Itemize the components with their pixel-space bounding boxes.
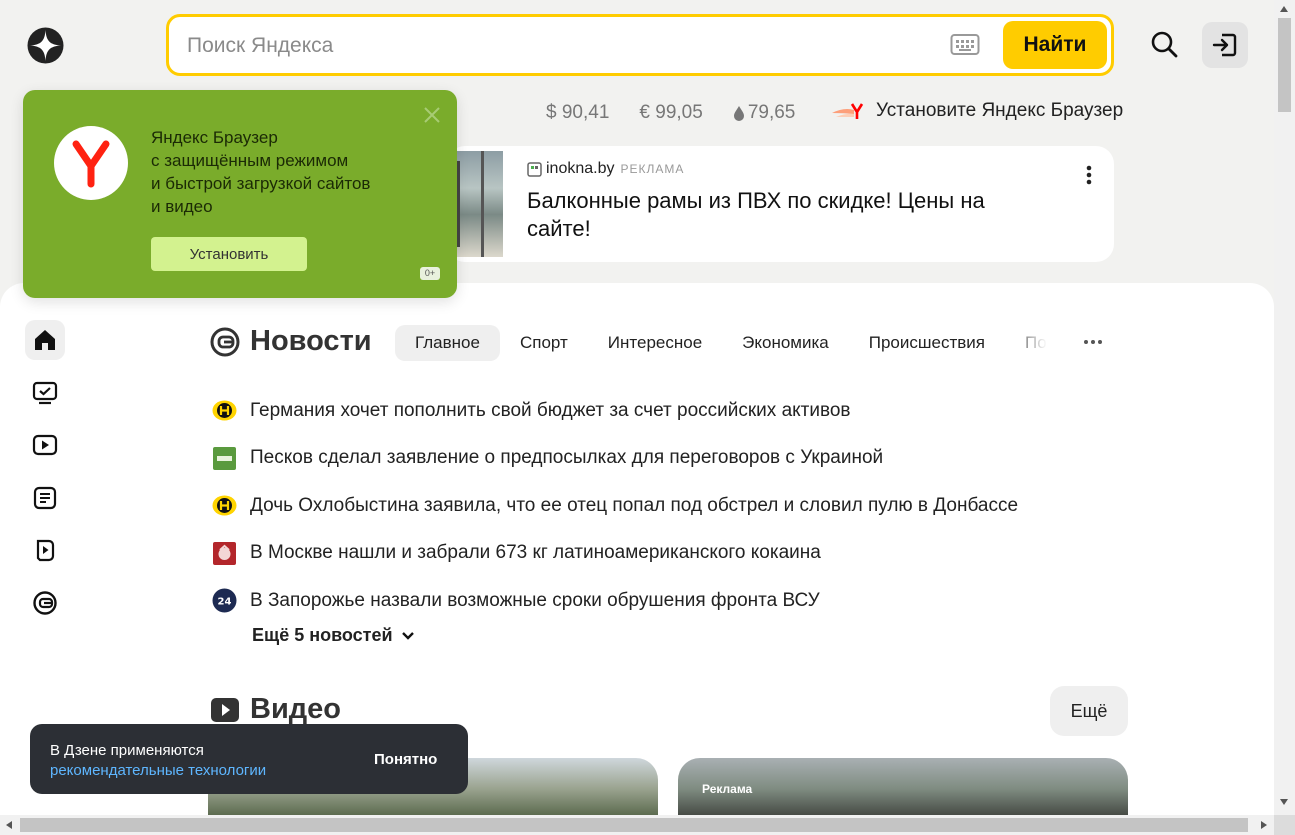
horizontal-scroll-thumb[interactable] xyxy=(20,818,1248,832)
news-headline: В Запорожье назвали возможные сроки обру… xyxy=(250,589,820,611)
popup-line: Яндекс Браузер xyxy=(151,128,278,147)
browser-promo-text: Установите Яндекс Браузер xyxy=(876,100,1124,121)
more-news-button[interactable]: Ещё 5 новостей xyxy=(252,625,417,646)
sidebar-item-shorts[interactable] xyxy=(25,530,65,570)
article-icon xyxy=(33,486,57,509)
tab-main[interactable]: Главное xyxy=(395,325,500,361)
toast-ok-button[interactable]: Понятно xyxy=(374,751,437,768)
sidebar-item-video[interactable] xyxy=(25,425,65,465)
sidebar-item-subscriptions[interactable] xyxy=(25,373,65,413)
shorts-play-icon xyxy=(36,540,55,562)
vertical-scroll-thumb[interactable] xyxy=(1278,18,1291,112)
sidebar-item-articles[interactable] xyxy=(25,478,65,518)
news-headline: Дочь Охлобыстина заявила, что ее отец по… xyxy=(250,494,1019,516)
video-section-icon xyxy=(211,697,239,722)
more-news-label: Ещё 5 новостей xyxy=(252,625,393,645)
oil-rate-value: 79,65 xyxy=(747,102,796,123)
eur-rate[interactable]: € 99,05 xyxy=(639,102,702,124)
news-section-icon xyxy=(210,327,240,356)
search-icon[interactable] xyxy=(1148,28,1182,62)
video-title: Видео xyxy=(250,693,342,725)
news-item[interactable]: Германия хочет пополнить свой бюджет за … xyxy=(212,387,1018,435)
news-headline: Песков сделал заявление о предпосылках д… xyxy=(250,447,884,469)
currency-rates: $ 90,41 € 99,05 79,65 xyxy=(546,102,825,124)
news-headline: В Москве нашли и забрали 673 кг латиноам… xyxy=(250,542,821,564)
ad-tag: РЕКЛАМА xyxy=(620,162,685,176)
login-icon xyxy=(1212,33,1237,57)
tab-interesting[interactable]: Интересное xyxy=(588,325,722,361)
tab-incidents[interactable]: Происшествия xyxy=(849,325,1005,361)
svg-text:24: 24 xyxy=(218,597,232,608)
news-item[interactable]: Песков сделал заявление о предпосылках д… xyxy=(212,435,1018,483)
browser-promo-link[interactable]: Установите Яндекс Браузер xyxy=(832,100,1123,122)
sidebar-item-news[interactable] xyxy=(25,583,65,623)
oil-rate[interactable]: 79,65 xyxy=(733,102,796,124)
video-icon xyxy=(32,435,58,456)
more-vertical-icon[interactable] xyxy=(1086,164,1092,188)
ad-source-name: inokna.by xyxy=(546,160,615,177)
find-button[interactable]: Найти xyxy=(1003,21,1107,69)
news-tabs: Главное Спорт Интересное Экономика Проис… xyxy=(395,325,1055,361)
home-icon xyxy=(35,330,55,350)
recommendation-toast: В Дзене применяются рекомендательные тех… xyxy=(30,724,468,794)
news-title: Новости xyxy=(250,325,372,357)
age-rating-badge: 0+ xyxy=(420,267,440,280)
popup-line: и видео xyxy=(151,197,213,216)
tab-economy[interactable]: Экономика xyxy=(722,325,849,361)
install-button[interactable]: Установить xyxy=(151,237,307,271)
video-ad-label: Реклама xyxy=(702,782,753,796)
oil-drop-icon xyxy=(733,106,744,121)
scroll-right-arrow-icon[interactable] xyxy=(1261,821,1267,829)
scroll-up-arrow-icon[interactable] xyxy=(1280,6,1288,12)
news-icon xyxy=(33,591,57,615)
popup-line: с защищённым режимом xyxy=(151,151,349,170)
ad-title[interactable]: Балконные рамы из ПВХ по скидке! Цены на… xyxy=(527,187,1017,243)
green-badge-icon xyxy=(213,446,236,470)
zen-logo-icon[interactable] xyxy=(27,27,64,64)
news-headline: Германия хочет пополнить свой бюджет за … xyxy=(250,399,851,421)
tabs-fade xyxy=(1005,325,1065,361)
video-more-button[interactable]: Ещё xyxy=(1050,686,1128,736)
blue-24-icon: 24 xyxy=(212,588,237,613)
popup-line: и быстрой загрузкой сайтов xyxy=(151,174,371,193)
search-input[interactable] xyxy=(187,34,887,58)
scroll-down-arrow-icon[interactable] xyxy=(1280,799,1288,805)
news-list: Германия хочет пополнить свой бюджет за … xyxy=(212,387,1018,625)
keyboard-icon[interactable] xyxy=(950,33,980,57)
red-emblem-icon xyxy=(213,541,236,565)
vertical-scrollbar[interactable] xyxy=(1274,0,1295,815)
news-item[interactable]: Дочь Охлобыстина заявила, что ее отец по… xyxy=(212,482,1018,530)
news-header[interactable]: Новости xyxy=(210,325,372,358)
yandex-browser-logo-icon xyxy=(54,126,128,200)
news-item[interactable]: В Москве нашли и забрали 673 кг латиноам… xyxy=(212,530,1018,578)
news-item[interactable]: 24 В Запорожье назвали возможные сроки о… xyxy=(212,577,1018,625)
yandex-browser-icon xyxy=(832,103,864,119)
close-icon[interactable] xyxy=(423,106,441,124)
tv-check-icon xyxy=(32,381,58,404)
ad-favicon-icon xyxy=(527,161,542,177)
browser-install-popup: Яндекс Браузер с защищённым режимом и бы… xyxy=(23,90,457,298)
toast-text: В Дзене применяются xyxy=(50,742,204,759)
horizontal-scrollbar[interactable] xyxy=(0,815,1274,835)
ad-card[interactable]: inokna.by РЕКЛАМА Балконные рамы из ПВХ … xyxy=(447,146,1114,262)
scrollbar-corner xyxy=(1274,815,1295,835)
toast-link[interactable]: рекомендательные технологии xyxy=(50,762,266,779)
popup-text: Яндекс Браузер с защищённым режимом и бы… xyxy=(151,126,421,218)
ad-source: inokna.by РЕКЛАМА xyxy=(527,160,684,178)
yellow-h-icon xyxy=(212,400,237,421)
sidebar-item-home[interactable] xyxy=(25,320,65,360)
yellow-h-icon xyxy=(212,495,237,516)
search-bar: Найти xyxy=(166,14,1114,76)
tab-sport[interactable]: Спорт xyxy=(500,325,588,361)
more-horizontal-icon[interactable] xyxy=(1078,330,1108,354)
chevron-down-icon xyxy=(401,631,414,640)
login-button[interactable] xyxy=(1202,22,1248,68)
video-header[interactable]: Видео xyxy=(210,693,341,726)
sidebar xyxy=(25,320,65,636)
scroll-left-arrow-icon[interactable] xyxy=(6,821,12,829)
usd-rate[interactable]: $ 90,41 xyxy=(546,102,609,124)
